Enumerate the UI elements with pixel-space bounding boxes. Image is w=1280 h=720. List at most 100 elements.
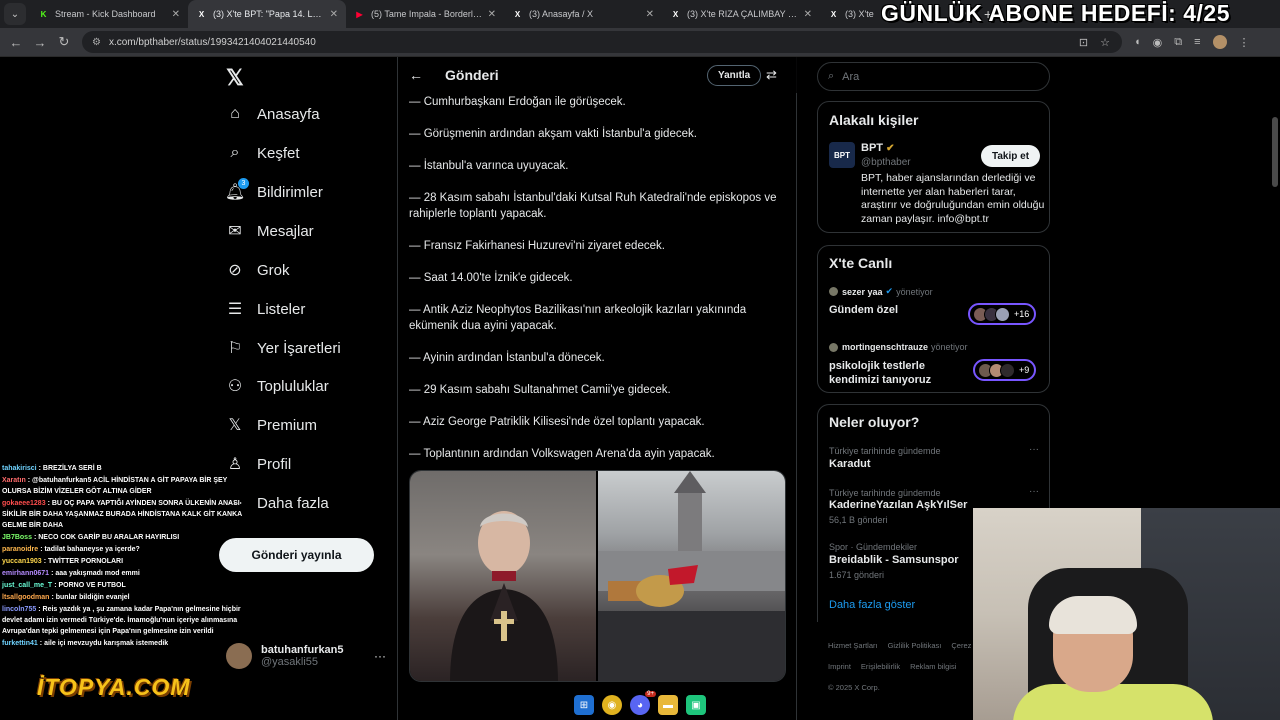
nav-item-home[interactable]: ⌂ Anasayfa [226, 105, 319, 123]
chat-message: gokaeee1283: BU OÇ PAPA YAPTIĞI AYİNDEN … [2, 498, 257, 531]
reply-button[interactable]: Yanıtla [707, 65, 762, 86]
reading-list-icon[interactable]: ≡ [1194, 36, 1200, 48]
related-people-title: Alakalı kişiler [829, 112, 919, 128]
footer-link[interactable]: Erişilebilirlik [861, 662, 900, 671]
post-media[interactable] [409, 470, 786, 682]
show-more-link[interactable]: Daha fazla göster [829, 599, 915, 611]
windows-start-icon[interactable]: ⊞ [574, 695, 594, 715]
tab-favicon-icon: X [830, 9, 837, 19]
chat-username: yuccan1903 [2, 558, 42, 565]
trend-name[interactable]: Karadut [829, 458, 871, 470]
discord-icon[interactable]: ◕ 9+ [630, 691, 656, 715]
space-listeners-pill[interactable]: +16 [968, 303, 1037, 325]
space-host-name: mortingenschtrauze [842, 342, 929, 352]
nav-item-x-premium[interactable]: 𝕏 Premium [226, 416, 317, 435]
close-tab-icon[interactable]: ✕ [330, 9, 338, 20]
bookmark-star-icon[interactable]: ☆ [1100, 36, 1110, 49]
nav-item-mail[interactable]: ✉ Mesajlar [226, 222, 313, 241]
voice-extension-icon[interactable]: ◖ [1134, 36, 1141, 48]
space-host-role: yönetiyor [896, 286, 933, 297]
avatar[interactable]: BPT [829, 142, 855, 168]
chat-message: just_call_me_T: PORNO VE FUTBOL [2, 580, 257, 591]
back-arrow-icon[interactable]: ← [409, 67, 423, 83]
chat-text: : PORNO VE FUTBOL [54, 582, 126, 589]
search-icon: ⌕ [230, 144, 240, 161]
chat-username: JB7Boss [2, 534, 32, 541]
extension-icon[interactable]: ◉ [1153, 36, 1163, 49]
copyright: © 2025 X Corp. [828, 683, 880, 692]
browser-tab[interactable]: ▶ (5) Tame Impala - Borderline ✕ [346, 0, 504, 28]
x-logo-icon[interactable]: 𝕏 [226, 65, 244, 91]
file-explorer-icon[interactable]: ▬ [658, 695, 678, 715]
browser-tab[interactable]: X (3) X'te RIZA ÇALIMBAY HAYRAN ✕ [662, 0, 820, 28]
live-spaces-card: X'te Canlı sezer yaa ✔ yönetiyor Gündem öz… [817, 245, 1050, 393]
back-arrow-icon[interactable]: ← [4, 35, 28, 50]
footer-link[interactable]: Reklam bilgisi [910, 662, 956, 671]
reload-icon[interactable]: ↻ [52, 34, 76, 50]
verified-badge-icon: ✔ [886, 143, 895, 154]
chrome-icon[interactable]: ◉ [602, 695, 622, 715]
tab-search-icon[interactable]: ⌄ [4, 3, 26, 25]
search-icon: ⌕ [828, 70, 835, 82]
account-handle: @yasakli55 [261, 656, 319, 668]
profile-avatar[interactable] [1212, 35, 1227, 49]
tab-favicon-icon: X [514, 9, 521, 19]
close-tab-icon[interactable]: ✕ [646, 9, 654, 20]
nav-item-bell[interactable]: 🔔︎ 3 Bildirimler [225, 178, 323, 201]
avatar [829, 342, 838, 352]
footer-link[interactable]: Imprint [828, 662, 851, 671]
page-scrollbar[interactable] [1272, 117, 1278, 187]
forward-arrow-icon[interactable]: → [28, 35, 52, 50]
browser-tab[interactable]: X (3) X'te BPT: "Papa 14. Leo, 2 gü ✕ [188, 0, 346, 28]
x-premium-icon: 𝕏 [228, 417, 242, 434]
nav-item-grok[interactable]: ⊘ Grok [226, 261, 289, 280]
chat-text: : NECO COK GARİP BU ARALAR HAYIRLISI [33, 534, 180, 541]
more-icon[interactable]: ··· [1029, 444, 1039, 455]
chat-username: gokaeee1283 [2, 500, 46, 507]
browser-tab[interactable]: X (3) Anasayfa / X ✕ [504, 0, 662, 28]
grok-icon: ⊘ [228, 262, 242, 279]
nav-item-list[interactable]: ☰ Listeler [226, 300, 306, 319]
extensions-puzzle-icon[interactable]: ⧉ [1174, 36, 1182, 49]
main-column: ← Gönderi Yanıtla ⇄ — Cumhurbaşkanı Erdo… [397, 57, 797, 720]
space-title[interactable]: Gündem özel [829, 303, 969, 317]
tab-title: (3) X'te RIZA ÇALIMBAY HAYRAN [687, 9, 800, 19]
install-icon[interactable]: ⊡ [1079, 36, 1088, 49]
footer-link[interactable]: Hizmet Şartları [828, 641, 878, 650]
site-info-icon[interactable]: ⚙ [92, 37, 101, 48]
footer-link[interactable]: Çerez [951, 641, 971, 650]
browser-menu-icon[interactable]: ⋮ [1239, 36, 1250, 49]
post-photo-pope[interactable] [410, 471, 598, 681]
post-photo-istanbul[interactable] [598, 471, 785, 681]
follow-button[interactable]: Takip et [981, 145, 1041, 167]
post-text-line: — 28 Kasım sabahı İstanbul'daki Kutsal R… [409, 192, 777, 220]
footer-link[interactable]: Gizlilik Politikası [888, 641, 942, 650]
webcam-streamer-hair [1049, 596, 1137, 634]
tab-title: (3) Anasayfa / X [529, 9, 594, 19]
url-field[interactable]: ⚙ x.com/bpthaber/status/1993421404021440… [82, 31, 1122, 53]
nav-item-community[interactable]: ⚇ Topluluklar [226, 377, 329, 396]
tab-strip: K Stream - Kick Dashboard ✕ X (3) X'te BPT: … [30, 0, 978, 28]
chat-text: : aile içi mevzuydu karışmak istemedik [39, 640, 169, 647]
close-tab-icon[interactable]: ✕ [488, 9, 496, 20]
mail-icon: ✉ [228, 223, 242, 240]
close-tab-icon[interactable]: ✕ [172, 9, 180, 20]
more-icon[interactable]: ··· [374, 649, 386, 663]
nav-item-bookmark[interactable]: ⚐ Yer İşaretleri [226, 339, 341, 358]
filter-icon[interactable]: ⇄ [766, 67, 777, 83]
stream-chat-overlay: tahakirisci: BREZİLYA SERİ B Xaratın: @ba… [2, 463, 257, 650]
space-host: mortingenschtrauze yönetiyor [829, 342, 968, 352]
browser-tab[interactable]: K Stream - Kick Dashboard ✕ [30, 0, 188, 28]
related-person-name-row[interactable]: BPT ✔ [861, 142, 894, 154]
search-input[interactable]: ⌕ Ara [817, 62, 1050, 91]
nav-item-label: Topluluklar [257, 377, 329, 395]
nav-item-search[interactable]: ⌕ Keşfet [226, 144, 300, 162]
space-listeners-pill[interactable]: +9 [973, 359, 1037, 381]
space-title[interactable]: psikolojik testlerle kendimizi tanıyoruz [829, 359, 969, 387]
trend-name[interactable]: Breidablik - Samsunspor [829, 554, 959, 566]
trend-name[interactable]: KaderineYazılan AşkYılSer [829, 499, 967, 511]
kick-app-icon[interactable]: ▣ [686, 695, 706, 715]
more-icon[interactable]: ··· [1029, 486, 1039, 497]
close-tab-icon[interactable]: ✕ [804, 9, 812, 20]
nav-item-label: Daha fazla [257, 494, 329, 512]
